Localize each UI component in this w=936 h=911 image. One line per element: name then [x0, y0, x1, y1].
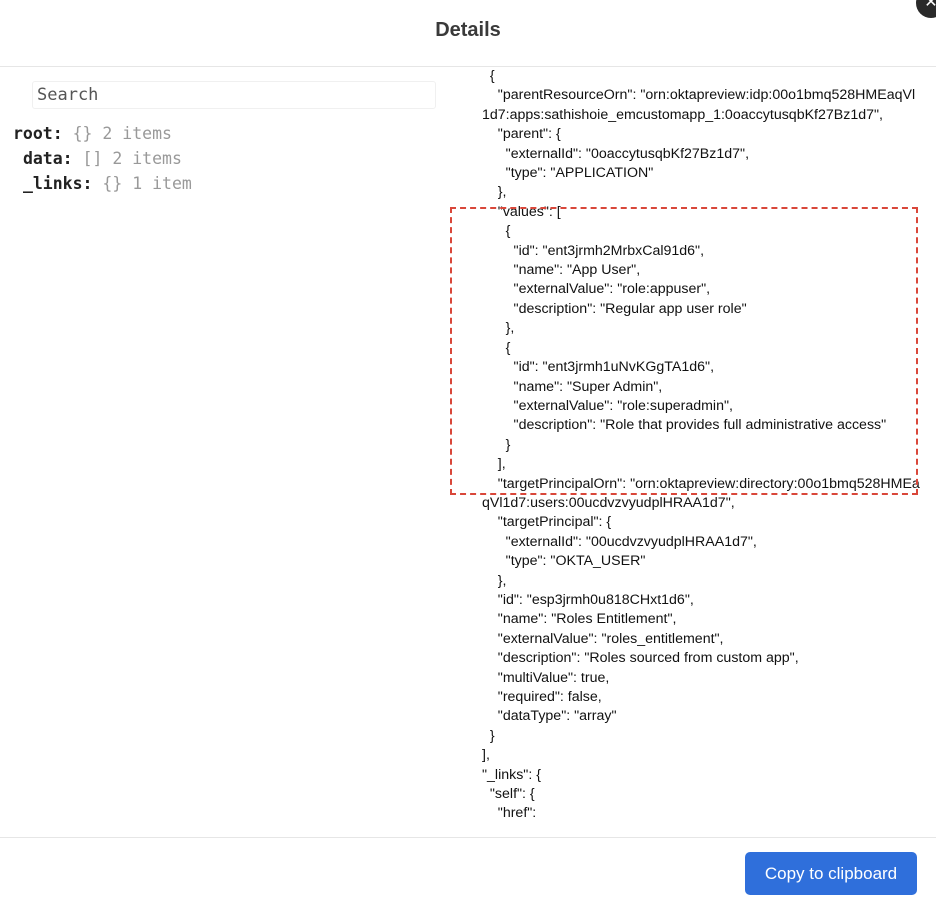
- tree-node-links[interactable]: _links: {} 1 item: [13, 171, 192, 196]
- modal-title: Details: [435, 19, 501, 41]
- modal-header: Details: [0, 0, 936, 67]
- modal-footer: Copy to clipboard: [0, 837, 936, 911]
- copy-to-clipboard-button[interactable]: Copy to clipboard: [745, 852, 917, 895]
- search-input[interactable]: [32, 81, 436, 109]
- json-text: { "parentResourceOrn": "orn:oktapreview:…: [482, 68, 920, 822]
- tree-node-root[interactable]: root: {} 2 items: [13, 121, 192, 146]
- json-view-pane: { "parentResourceOrn": "orn:oktapreview:…: [470, 67, 936, 837]
- tree-pane: root: {} 2 items data: [] 2 items _links…: [0, 67, 448, 902]
- json-tree: root: {} 2 items data: [] 2 items _links…: [13, 121, 192, 196]
- tree-node-data[interactable]: data: [] 2 items: [13, 146, 192, 171]
